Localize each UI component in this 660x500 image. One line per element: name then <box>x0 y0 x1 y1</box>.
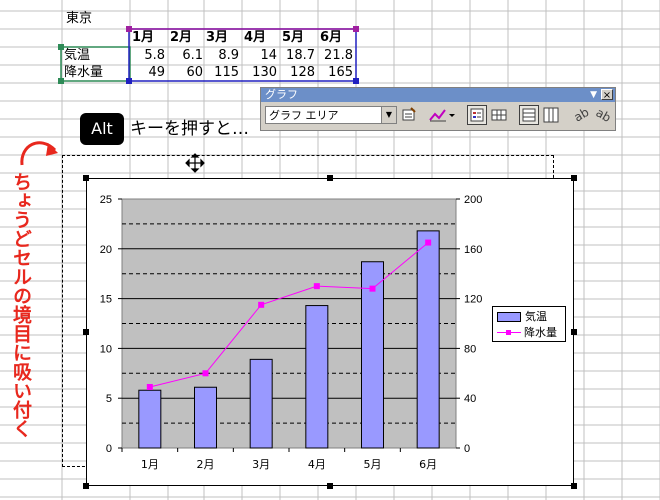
by-column-icon <box>543 107 559 123</box>
temperature-cell[interactable]: 14 <box>242 47 280 65</box>
chart-object-select-value: グラフ エリア <box>269 109 339 122</box>
temperature-cell[interactable]: 18.7 <box>280 47 318 65</box>
resize-handle-bottom-left[interactable] <box>83 483 89 489</box>
temperature-cell[interactable]: 21.8 <box>318 47 356 65</box>
legend-button[interactable] <box>467 105 487 125</box>
resize-handle-left[interactable] <box>83 329 89 335</box>
precipitation-cell[interactable]: 130 <box>242 64 280 82</box>
precipitation-cell[interactable]: 128 <box>280 64 318 82</box>
month-header-cell[interactable]: 1月 <box>132 29 154 47</box>
legend-swatch-line <box>497 328 521 338</box>
chart-type-icon <box>429 109 455 122</box>
angle-text-up-button[interactable]: ab <box>593 105 613 125</box>
angle-up-icon: ab <box>593 105 613 125</box>
month-header-cell[interactable]: 3月 <box>206 29 228 47</box>
format-icon <box>402 107 416 121</box>
precipitation-cell[interactable]: 165 <box>318 64 356 82</box>
row-label-cell[interactable]: 降水量 <box>64 64 103 82</box>
month-header-cell[interactable]: 4月 <box>244 29 266 47</box>
precipitation-cell[interactable]: 60 <box>168 64 206 82</box>
resize-handle-right[interactable] <box>571 329 577 335</box>
svg-text:ab: ab <box>593 105 613 125</box>
resize-handle-top-left[interactable] <box>83 175 89 181</box>
chart-type-button[interactable] <box>427 105 457 125</box>
chart-object-select[interactable]: グラフ エリア ▼ <box>265 106 397 124</box>
sheet-title-cell[interactable]: 東京 <box>66 10 92 28</box>
legend-item-precipitation: 降水量 <box>497 326 557 340</box>
legend-label: 降水量 <box>524 326 557 339</box>
temperature-cell[interactable]: 8.9 <box>204 47 242 65</box>
legend-label: 気温 <box>525 310 547 323</box>
toolbar-close-button[interactable]: × <box>601 89 613 101</box>
svg-text:ab: ab <box>571 105 591 125</box>
chevron-down-icon[interactable]: ▼ <box>381 107 396 123</box>
resize-handle-bottom-right[interactable] <box>571 483 577 489</box>
by-column-button[interactable] <box>541 105 561 125</box>
resize-handle-bottom[interactable] <box>327 483 333 489</box>
precipitation-cell[interactable]: 115 <box>204 64 242 82</box>
legend-item-temperature: 気温 <box>497 310 547 324</box>
month-header-cell[interactable]: 2月 <box>170 29 192 47</box>
chart-legend[interactable]: 気温 降水量 <box>492 306 566 342</box>
row-label-cell[interactable]: 気温 <box>64 47 90 65</box>
toolbar-menu-icon[interactable]: ▼ <box>590 89 597 101</box>
legend-swatch-bar <box>497 312 521 322</box>
by-row-icon <box>522 108 536 122</box>
resize-handle-top-right[interactable] <box>571 175 577 181</box>
temperature-cell[interactable]: 6.1 <box>168 47 206 65</box>
chart-toolbar-title[interactable]: グラフ <box>261 88 615 102</box>
format-chart-area-button[interactable] <box>399 105 419 125</box>
snap-hint-vertical-text: ちょうどセルの境目に吸い付く <box>10 172 32 438</box>
data-table-button[interactable] <box>489 105 509 125</box>
chart-toolbar[interactable]: グラフ ▼ × グラフ エリア ▼ ab ab <box>260 87 616 131</box>
alt-hint-text: キーを押すと… <box>130 119 249 139</box>
data-table-icon <box>491 109 507 121</box>
resize-handle-top[interactable] <box>327 175 333 181</box>
angle-down-icon: ab <box>571 105 591 125</box>
alt-key-badge: Alt <box>80 113 124 145</box>
angle-text-down-button[interactable]: ab <box>571 105 591 125</box>
legend-icon <box>470 108 484 122</box>
by-row-button[interactable] <box>519 105 539 125</box>
month-header-cell[interactable]: 5月 <box>282 29 304 47</box>
temperature-cell[interactable]: 5.8 <box>130 47 168 65</box>
precipitation-cell[interactable]: 49 <box>130 64 168 82</box>
month-header-cell[interactable]: 6月 <box>320 29 342 47</box>
